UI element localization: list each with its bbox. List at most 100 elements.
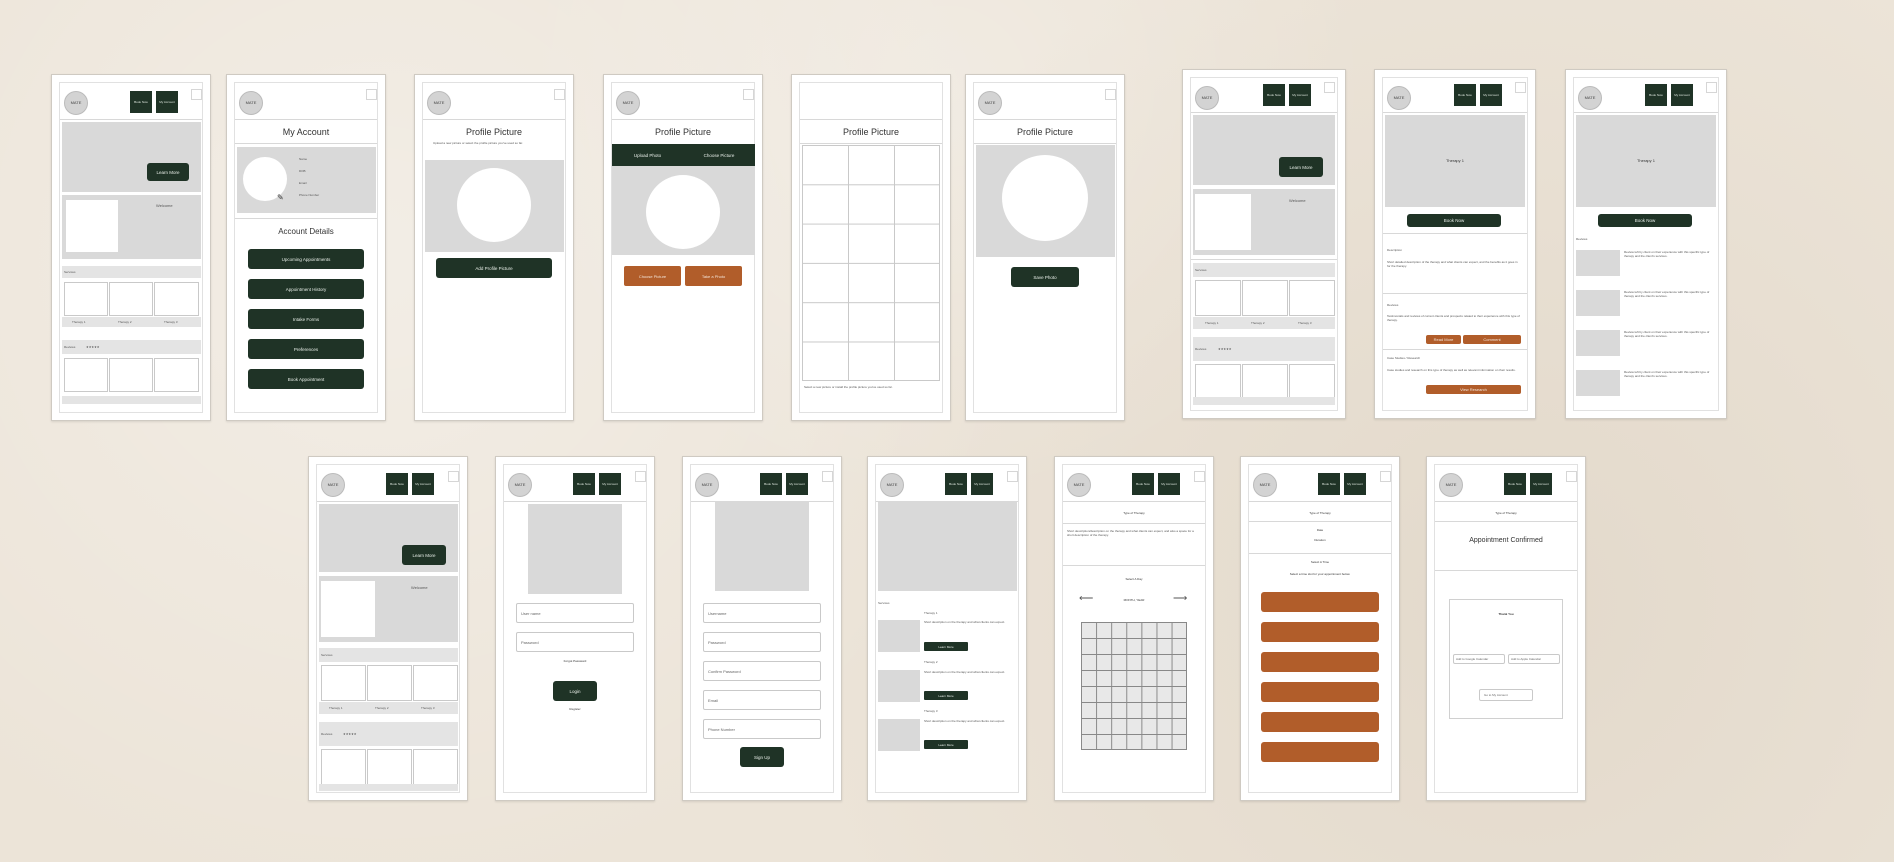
logo[interactable]: MATE — [1253, 473, 1277, 497]
book-now-button[interactable]: Book Now — [760, 473, 782, 495]
logo[interactable]: MATE — [64, 91, 88, 115]
signup-button[interactable]: Sign Up — [740, 747, 784, 767]
book-now-cta[interactable]: Book Now — [1598, 214, 1692, 227]
book-now-button[interactable]: Book Now — [1454, 84, 1476, 106]
logo[interactable]: MATE — [880, 473, 904, 497]
menu-icon[interactable] — [191, 89, 202, 100]
choose-picture-button[interactable]: Choose Picture — [624, 266, 681, 286]
my-account-button[interactable]: My Account — [1671, 84, 1693, 106]
preferences-button[interactable]: Preferences — [248, 339, 364, 359]
my-account-button[interactable]: My Account — [1344, 473, 1366, 495]
menu-icon[interactable] — [1194, 471, 1205, 482]
service-item-2[interactable]: Therapy 2 — [118, 320, 132, 324]
my-account-button[interactable]: My Account — [1289, 84, 1311, 106]
logo[interactable]: MATE — [616, 91, 640, 115]
service-item-3[interactable]: Therapy 3 — [421, 706, 435, 710]
service-item-1[interactable]: Therapy 1 — [1205, 321, 1219, 325]
learn-more-button[interactable]: Learn More — [924, 691, 968, 700]
add-profile-picture-button[interactable]: Add Profile Picture — [436, 258, 552, 278]
edit-pencil-icon[interactable]: ✎ — [277, 193, 286, 202]
book-now-button[interactable]: Book Now — [1263, 84, 1285, 106]
learn-more-button[interactable]: Learn More — [924, 642, 968, 651]
forgot-password-link[interactable]: Forgot Password — [496, 659, 654, 663]
menu-icon[interactable] — [1324, 82, 1335, 93]
view-research-button[interactable]: View Research — [1426, 385, 1521, 394]
appointment-history-button[interactable]: Appointment History — [248, 279, 364, 299]
learn-more-button[interactable]: Learn More — [402, 545, 446, 565]
save-photo-button[interactable]: Save Photo — [1011, 267, 1079, 287]
service-item-1[interactable]: Therapy 1 — [329, 706, 343, 710]
tab-choose-picture[interactable]: Choose Picture — [683, 144, 755, 166]
logo[interactable]: MATE — [508, 473, 532, 497]
logo[interactable]: MATE — [239, 91, 263, 115]
book-now-button[interactable]: Book Now — [1645, 84, 1667, 106]
menu-icon[interactable] — [1706, 82, 1717, 93]
menu-icon[interactable] — [1105, 89, 1116, 100]
username-field[interactable]: Username — [703, 603, 821, 623]
learn-more-button[interactable]: Learn More — [1279, 157, 1323, 177]
time-slot[interactable] — [1261, 592, 1379, 612]
time-slot[interactable] — [1261, 712, 1379, 732]
menu-icon[interactable] — [554, 89, 565, 100]
my-account-button[interactable]: My Account — [786, 473, 808, 495]
logo[interactable]: MATE — [1439, 473, 1463, 497]
password-field[interactable]: Password — [703, 632, 821, 652]
photo-grid[interactable] — [802, 145, 940, 381]
go-to-account-button[interactable]: Go to My Account — [1479, 689, 1533, 701]
learn-more-button[interactable]: Learn More — [147, 163, 189, 181]
book-now-button[interactable]: Book Now — [573, 473, 595, 495]
menu-icon[interactable] — [743, 89, 754, 100]
menu-icon[interactable] — [635, 471, 646, 482]
my-account-button[interactable]: My Account — [599, 473, 621, 495]
menu-icon[interactable] — [1515, 82, 1526, 93]
book-now-button[interactable]: Book Now — [945, 473, 967, 495]
username-field[interactable]: User name — [516, 603, 634, 623]
logo[interactable]: MATE — [695, 473, 719, 497]
my-account-button[interactable]: My Account — [1158, 473, 1180, 495]
logo[interactable]: MATE — [1067, 473, 1091, 497]
book-now-button[interactable]: Book Now — [386, 473, 408, 495]
phone-number-field[interactable]: Phone Number — [703, 719, 821, 739]
read-more-button[interactable]: Read More — [1426, 335, 1461, 344]
logo[interactable]: MATE — [1195, 86, 1219, 110]
book-now-button[interactable]: Book Now — [1318, 473, 1340, 495]
service-item-3[interactable]: Therapy 3 — [1298, 321, 1312, 325]
register-link[interactable]: Register — [496, 707, 654, 711]
tab-upload-photo[interactable]: Upload Photo — [612, 144, 683, 166]
email-field[interactable]: Email — [703, 690, 821, 710]
time-slot[interactable] — [1261, 742, 1379, 762]
service-item-2[interactable]: Therapy 2 — [1251, 321, 1265, 325]
book-appointment-button[interactable]: Book Appointment — [248, 369, 364, 389]
logo[interactable]: MATE — [427, 91, 451, 115]
my-account-button[interactable]: My Account — [1530, 473, 1552, 495]
my-account-button[interactable]: My Account — [412, 473, 434, 495]
time-slot[interactable] — [1261, 682, 1379, 702]
logo[interactable]: MATE — [1387, 86, 1411, 110]
learn-more-button[interactable]: Learn More — [924, 740, 968, 749]
book-now-button[interactable]: Book Now — [130, 91, 152, 113]
menu-icon[interactable] — [1380, 471, 1391, 482]
logo[interactable]: MATE — [321, 473, 345, 497]
service-item-1[interactable]: Therapy 1 — [72, 320, 86, 324]
time-slot[interactable] — [1261, 652, 1379, 672]
menu-icon[interactable] — [1007, 471, 1018, 482]
login-button[interactable]: Login — [553, 681, 597, 701]
calendar-grid[interactable] — [1081, 622, 1187, 750]
menu-icon[interactable] — [822, 471, 833, 482]
confirm-password-field[interactable]: Confirm Password — [703, 661, 821, 681]
intake-forms-button[interactable]: Intake Forms — [248, 309, 364, 329]
book-now-button[interactable]: Book Now — [1504, 473, 1526, 495]
time-slot[interactable] — [1261, 622, 1379, 642]
logo[interactable]: MATE — [978, 91, 1002, 115]
my-account-button[interactable]: My Account — [1480, 84, 1502, 106]
book-now-cta[interactable]: Book Now — [1407, 214, 1501, 227]
add-google-calendar-button[interactable]: Add to Google Calendar — [1453, 654, 1505, 664]
password-field[interactable]: Password — [516, 632, 634, 652]
add-apple-calendar-button[interactable]: Add to Apple Calendar — [1508, 654, 1560, 664]
my-account-button[interactable]: My Account — [156, 91, 178, 113]
take-photo-button[interactable]: Take a Photo — [685, 266, 742, 286]
my-account-button[interactable]: My Account — [971, 473, 993, 495]
menu-icon[interactable] — [366, 89, 377, 100]
logo[interactable]: MATE — [1578, 86, 1602, 110]
comment-button[interactable]: Comment — [1463, 335, 1521, 344]
